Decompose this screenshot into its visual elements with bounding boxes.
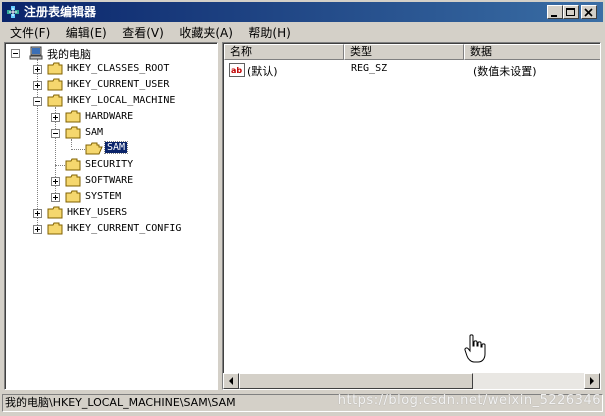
regedit-app-icon [7, 6, 19, 18]
minimize-icon [551, 15, 557, 17]
open-folder-icon [47, 94, 63, 107]
open-folder-icon [85, 142, 103, 155]
tree-line [71, 149, 85, 150]
menu-file[interactable]: 文件(F) [4, 24, 56, 42]
expand-toggle[interactable] [51, 113, 60, 122]
folder-icon [47, 206, 63, 219]
value-name: (默认) [247, 65, 278, 78]
open-folder-icon [65, 126, 81, 139]
scroll-left-button[interactable] [223, 373, 239, 389]
tree-label: HKEY_LOCAL_MACHINE [67, 95, 176, 106]
collapse-toggle[interactable] [33, 97, 42, 106]
close-button[interactable] [581, 5, 597, 19]
collapse-toggle[interactable] [11, 49, 20, 58]
value-data: (数值未设置) [473, 65, 537, 78]
arrow-left-icon [229, 377, 233, 385]
scrollbar-thumb[interactable] [239, 373, 473, 389]
folder-icon [65, 110, 81, 123]
menu-favorites[interactable]: 收藏夹(A) [173, 24, 239, 42]
horizontal-scrollbar[interactable] [223, 373, 600, 389]
menu-bar: 文件(F) 编辑(E) 查看(V) 收藏夹(A) 帮助(H) [4, 24, 297, 42]
status-path: 我的电脑\HKEY_LOCAL_MACHINE\SAM\SAM [5, 396, 236, 409]
menu-edit[interactable]: 编辑(E) [60, 24, 113, 42]
folder-icon [47, 62, 63, 75]
expand-toggle[interactable] [33, 81, 42, 90]
column-header-name[interactable]: 名称 [224, 44, 344, 60]
column-header-type[interactable]: 类型 [344, 44, 464, 60]
string-value-icon: ab [229, 63, 245, 77]
folder-icon [47, 78, 63, 91]
title-bar[interactable]: 注册表编辑器 [2, 2, 603, 22]
list-item[interactable]: ab (默认) REG_SZ (数值未设置) [227, 62, 597, 78]
arrow-right-icon [590, 377, 594, 385]
expand-toggle[interactable] [51, 177, 60, 186]
tree-label: HKEY_CLASSES_ROOT [67, 63, 170, 74]
folder-icon [65, 174, 81, 187]
tree-label: SECURITY [85, 159, 134, 170]
tree-label-selected: SAM [103, 141, 129, 154]
close-icon [584, 8, 593, 17]
window-title: 注册表编辑器 [24, 5, 97, 19]
tree-label: SYSTEM [85, 191, 122, 202]
regedit-window: 注册表编辑器 文件(F) 编辑(E) 查看(V) 收藏夹(A) 帮助(H) 我的… [0, 0, 605, 416]
watermark-text: https://blog.csdn.net/weixin_5226346 [337, 393, 601, 408]
folder-icon [47, 222, 63, 235]
tree-label: HKEY_CURRENT_USER [67, 79, 170, 90]
tree-label: SOFTWARE [85, 175, 134, 186]
menu-help[interactable]: 帮助(H) [242, 24, 296, 42]
tree-line [55, 165, 65, 166]
expand-toggle[interactable] [33, 65, 42, 74]
expand-toggle[interactable] [33, 225, 42, 234]
folder-icon [65, 158, 81, 171]
tree-label: HKEY_CURRENT_CONFIG [67, 223, 182, 234]
scroll-right-button[interactable] [584, 373, 600, 389]
expand-toggle[interactable] [51, 193, 60, 202]
menu-view[interactable]: 查看(V) [116, 24, 170, 42]
computer-icon [29, 46, 43, 60]
folder-icon [65, 190, 81, 203]
collapse-toggle[interactable] [51, 129, 60, 138]
maximize-button[interactable] [563, 5, 579, 19]
minimize-button[interactable] [547, 5, 563, 19]
tree-label: HARDWARE [85, 111, 134, 122]
expand-toggle[interactable] [33, 209, 42, 218]
tree-line [71, 139, 72, 147]
tree-label: HKEY_USERS [67, 207, 128, 218]
tree-label: 我的电脑 [47, 48, 91, 61]
list-header: 名称 类型 数据 [224, 44, 600, 60]
value-type: REG_SZ [351, 63, 388, 74]
maximize-icon [566, 8, 575, 16]
column-header-data[interactable]: 数据 [464, 44, 600, 60]
svg-text:ab: ab [231, 66, 242, 75]
tree-pane[interactable]: 我的电脑 HKEY_CLASSES_ROOT HKEY_CURRENT_USER… [4, 42, 218, 390]
values-pane[interactable]: 名称 类型 数据 ab (默认) REG_SZ (数值未设置) [222, 42, 601, 390]
tree-label: SAM [85, 127, 104, 138]
hand-cursor-icon [464, 334, 486, 363]
